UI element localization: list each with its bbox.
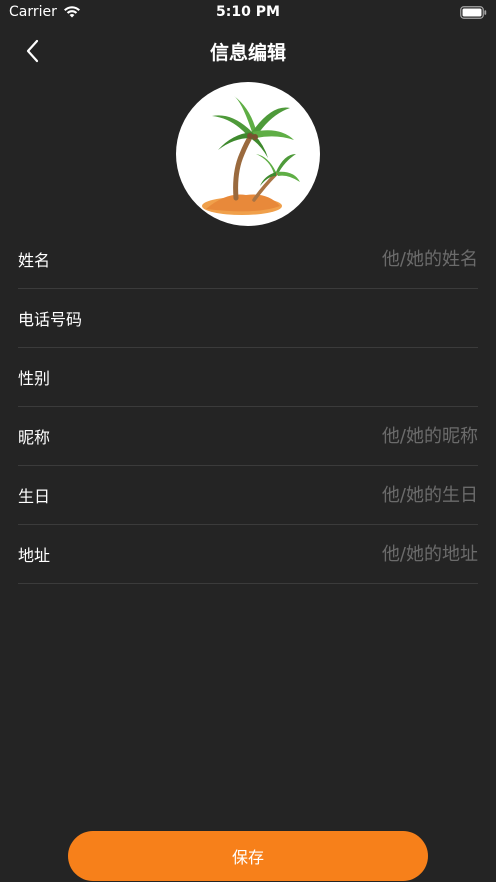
gender-label: 性别 [18,369,51,388]
birthday-input[interactable] [218,484,478,506]
birthday-label: 生日 [18,487,51,506]
form-row-nickname: 昵称 [18,407,478,466]
navigation-bar: 信息编辑 [0,30,496,74]
page-title: 信息编辑 [209,42,286,64]
form-row-phone: 电话号码 [18,289,478,348]
screen: Carrier 5:10 PM 信息编辑 姓名 他/她的姓名 电话号码 性别 昵… [0,0,496,882]
address-label: 地址 [18,546,51,565]
info-form: 姓名 电话号码 性别 昵称 生日 地址 [18,230,478,584]
form-row-gender: 性别 [18,348,478,407]
status-time: 5:10 PM [216,4,280,20]
palm-tree-island-icon [202,96,300,215]
battery-icon [460,6,487,19]
nickname-label: 昵称 [18,428,51,447]
gender-input[interactable] [218,366,478,388]
nickname-input[interactable] [218,425,478,447]
form-row-birthday: 生日 [18,466,478,525]
form-row-name: 姓名 [18,230,478,289]
status-bar: Carrier 5:10 PM [0,0,496,26]
save-button[interactable]: 保存 [68,831,428,881]
avatar[interactable] [176,82,320,226]
address-input[interactable] [218,543,478,565]
name-input[interactable] [218,248,478,270]
phone-input[interactable] [218,307,478,329]
name-label: 姓名 [18,251,51,270]
phone-label: 电话号码 [18,310,83,329]
form-row-address: 地址 [18,525,478,584]
